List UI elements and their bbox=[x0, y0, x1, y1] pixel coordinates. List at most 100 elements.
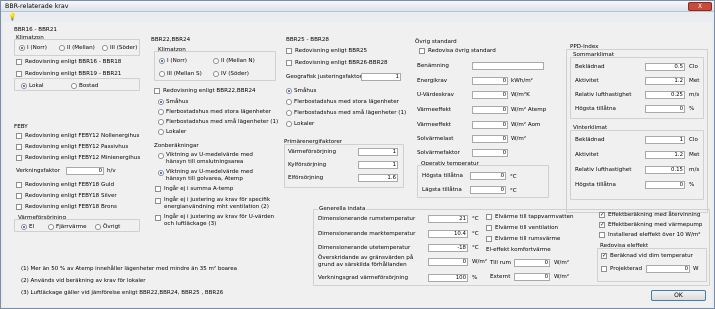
geo-faktor-input[interactable]: 1 bbox=[361, 73, 401, 81]
bbr22-zone-3-radio[interactable] bbox=[159, 71, 165, 77]
lightbulb-icon[interactable]: 💡 bbox=[8, 13, 17, 21]
generella-group: Generella indata Dimensionerande rumstem… bbox=[313, 206, 710, 286]
feby12-passiv-label: Redovisning enligt FEBY12 Passivhus bbox=[25, 144, 129, 150]
marktemp-unit: °C bbox=[472, 231, 479, 237]
bbr22-zone-2-radio[interactable] bbox=[213, 58, 219, 64]
bbr22-label: Redovisning enligt BBR22,BBR24 bbox=[163, 88, 256, 94]
ingar-ej-ventilation-checkbox[interactable] bbox=[155, 198, 161, 204]
vinter-lufthastighet-input[interactable]: 0.15 bbox=[645, 166, 685, 174]
energikrav-input[interactable]: 0 bbox=[472, 77, 508, 85]
effekt-varmepump-checkbox[interactable]: ✓ bbox=[599, 222, 605, 228]
prim-kyl-input[interactable]: 1 bbox=[358, 161, 398, 169]
bbr16-18-label: Redovisning enligt BBR16 - BBR18 bbox=[25, 59, 122, 65]
rumstemp-input[interactable]: 21 bbox=[428, 215, 468, 223]
vinter-hogsta-unit: % bbox=[689, 182, 695, 188]
benamning-input[interactable] bbox=[472, 62, 544, 70]
feby12-passiv-checkbox[interactable] bbox=[16, 144, 22, 150]
sommar-hogsta-unit: % bbox=[689, 106, 695, 112]
footnote-3: (3) Luftläckage gäller vid jämförelse en… bbox=[21, 290, 224, 296]
sommar-group: Beklädnad 0.5 Clo Aktivitet 1.2 Met Rela… bbox=[570, 57, 704, 119]
bbr22-zone-1-radio[interactable] bbox=[159, 58, 165, 64]
bbr16-18-checkbox[interactable] bbox=[16, 59, 22, 65]
varmeeffekt-aom-input[interactable]: 0 bbox=[472, 121, 508, 129]
uvardeskrav-input[interactable]: 0 bbox=[472, 91, 508, 99]
redovisa-ovrig-checkbox[interactable] bbox=[419, 48, 425, 54]
vinter-bekladnad-input[interactable]: 1 bbox=[645, 136, 685, 144]
bbr22-zone-4-radio[interactable] bbox=[213, 71, 219, 77]
elvarme-ventilation-checkbox[interactable] bbox=[486, 225, 492, 231]
prim-varme-input[interactable]: 1 bbox=[358, 148, 398, 156]
bostad-radio[interactable] bbox=[71, 83, 77, 89]
bbr19-21-checkbox[interactable] bbox=[16, 71, 22, 77]
sommar-lufthastighet-input[interactable]: 0.25 bbox=[645, 91, 685, 99]
toolbar: 💡 bbox=[1, 12, 714, 22]
window-title: BBR-relaterade krav bbox=[5, 3, 69, 10]
viktning-golvarea-radio[interactable] bbox=[158, 170, 164, 176]
prim-el-input[interactable]: 1.6 bbox=[358, 174, 398, 182]
projekterad-checkbox[interactable] bbox=[601, 266, 607, 272]
bbr22-lokaler-radio[interactable] bbox=[158, 129, 164, 135]
installerad-eleffekt-checkbox[interactable] bbox=[599, 232, 605, 238]
marktemp-label: Dimensionerande marktemperatur bbox=[318, 231, 416, 237]
feby18-guld-checkbox[interactable] bbox=[16, 182, 22, 188]
lokal-radio[interactable] bbox=[21, 83, 27, 89]
feby18-brons-label: Redovisning enligt FEBY18 Brons bbox=[25, 204, 117, 210]
verkningsgrad-input[interactable]: 100 bbox=[428, 274, 468, 282]
sommar-aktivitet-input[interactable]: 1.2 bbox=[645, 77, 685, 85]
verkningsfaktor-input[interactable]: 0 bbox=[66, 167, 104, 175]
projekterad-input[interactable]: 0 bbox=[646, 265, 690, 273]
varmeeffekt-atemp-input[interactable]: 0 bbox=[472, 106, 508, 114]
ovrigt-radio[interactable] bbox=[95, 224, 101, 230]
overskridande-input[interactable]: 0 bbox=[428, 258, 468, 266]
bbr22-flerstora-radio[interactable] bbox=[158, 109, 164, 115]
close-button[interactable]: X bbox=[688, 2, 712, 11]
externt-input[interactable]: 0 bbox=[514, 273, 550, 281]
ok-button[interactable]: OK bbox=[651, 290, 706, 301]
optemp-hogsta-input[interactable]: 0 bbox=[470, 172, 506, 180]
el-radio[interactable] bbox=[21, 224, 27, 230]
feby18-silver-checkbox[interactable] bbox=[16, 193, 22, 199]
bbr25-checkbox[interactable] bbox=[286, 48, 292, 54]
bbr16-zone-1-radio[interactable] bbox=[19, 45, 25, 51]
geo-faktor-label: Geografisk justeringsfaktor bbox=[286, 74, 362, 80]
externt-unit: W/m² bbox=[554, 274, 570, 280]
viktning-omslutning-radio[interactable] bbox=[158, 153, 164, 159]
till-rum-input[interactable]: 0 bbox=[514, 259, 550, 267]
bbr25-flersma-radio[interactable] bbox=[286, 110, 292, 116]
bbr22-title: BBR22,BBR24 bbox=[151, 37, 191, 43]
bbr22-smahus-radio[interactable] bbox=[158, 99, 164, 105]
sommar-hogsta-input[interactable]: 0 bbox=[645, 105, 685, 113]
bbr22-flersma-radio[interactable] bbox=[158, 119, 164, 125]
beraknad-dim-checkbox[interactable]: ✓ bbox=[601, 253, 607, 259]
sommar-bekladnad-input[interactable]: 0.5 bbox=[645, 63, 685, 71]
feby18-brons-checkbox[interactable] bbox=[16, 204, 22, 210]
marktemp-input[interactable]: 10.4 bbox=[428, 230, 468, 238]
vinter-aktivitet-input[interactable]: 1.2 bbox=[645, 151, 685, 159]
effekt-atervinning-checkbox[interactable]: ✓ bbox=[599, 212, 605, 218]
solvarmelast-input[interactable]: 0 bbox=[472, 135, 508, 143]
bbr22-lokaler-label: Lokaler bbox=[166, 129, 187, 135]
feby12-noll-checkbox[interactable] bbox=[16, 133, 22, 139]
feby12-mini-checkbox[interactable] bbox=[16, 155, 22, 161]
bbr16-zone-1-label: I (Norr) bbox=[27, 45, 47, 51]
bbr25-smahus-radio[interactable] bbox=[286, 88, 292, 94]
elvarme-rumsvarme-checkbox[interactable] bbox=[486, 236, 492, 242]
uvardeskrav-label: U-Värdeskrav bbox=[417, 92, 454, 98]
ingar-ej-uvarden-checkbox[interactable] bbox=[155, 215, 161, 221]
ingar-ej-atemp-checkbox[interactable] bbox=[155, 186, 161, 192]
bbr16-zone-2-radio[interactable] bbox=[59, 45, 65, 51]
vinter-lufthastighet-unit: m/s bbox=[689, 167, 700, 173]
bbr22-checkbox[interactable] bbox=[154, 88, 160, 94]
bbr16-zone-3-radio[interactable] bbox=[102, 45, 108, 51]
elvarme-tappvarmvatten-checkbox[interactable] bbox=[486, 214, 492, 220]
bbr26-28-checkbox[interactable] bbox=[286, 60, 292, 66]
footnote-1: (1) Mer än 50 % av Atemp innehåller läge… bbox=[21, 266, 237, 272]
utetemp-input[interactable]: -18 bbox=[428, 244, 468, 252]
fjarrvarme-radio[interactable] bbox=[48, 224, 54, 230]
optemp-lagsta-input[interactable]: 0 bbox=[470, 186, 506, 194]
vinter-hogsta-input[interactable]: 0 bbox=[645, 181, 685, 189]
bbr22-zone-4-label: IV (Söder) bbox=[221, 71, 249, 77]
bbr25-flerstora-radio[interactable] bbox=[286, 99, 292, 105]
bbr25-lokaler-radio[interactable] bbox=[286, 121, 292, 127]
solvarmefaktor-input[interactable]: 0 bbox=[472, 149, 508, 157]
